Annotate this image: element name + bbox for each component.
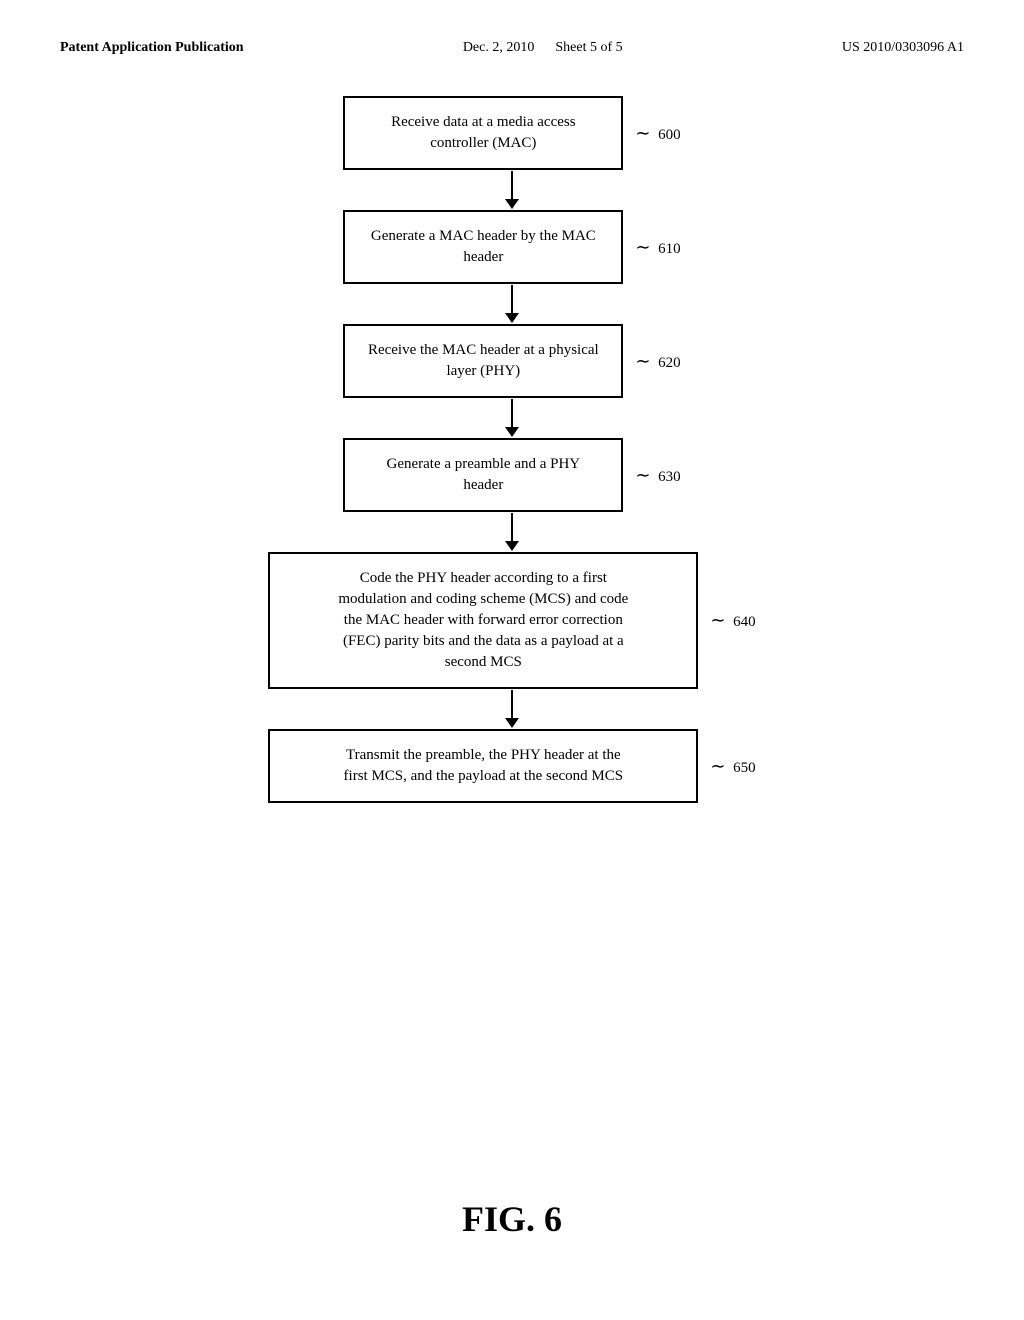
- arrow-620-630: [505, 398, 519, 438]
- flow-label-600: ∼ 600: [635, 123, 680, 144]
- flowchart: Receive data at a media accesscontroller…: [60, 96, 964, 803]
- tilde-650: ∼: [710, 756, 725, 776]
- arrow-630-640: [505, 512, 519, 552]
- flow-box-600: Receive data at a media accesscontroller…: [343, 96, 623, 170]
- flow-box-650: Transmit the preamble, the PHY header at…: [268, 729, 698, 803]
- flow-row-610: Generate a MAC header by the MACheader ∼…: [343, 210, 680, 284]
- label-630: 630: [658, 469, 681, 485]
- arrow-640-650: [505, 689, 519, 729]
- flow-box-620: Receive the MAC header at a physicallaye…: [343, 324, 623, 398]
- header-date-sheet: Dec. 2, 2010 Sheet 5 of 5: [463, 40, 623, 56]
- tilde-610: ∼: [635, 237, 650, 257]
- flow-label-650: ∼ 650: [710, 756, 755, 777]
- flow-label-630: ∼ 630: [635, 465, 680, 486]
- flow-row-640: Code the PHY header according to a first…: [268, 552, 755, 689]
- flow-row-600: Receive data at a media accesscontroller…: [343, 96, 680, 170]
- figure-caption: FIG. 6: [0, 1198, 1024, 1240]
- flow-label-620: ∼ 620: [635, 351, 680, 372]
- flow-label-640: ∼ 640: [710, 610, 755, 631]
- flow-label-610: ∼ 610: [635, 237, 680, 258]
- label-640: 640: [733, 614, 756, 630]
- flow-box-630: Generate a preamble and a PHYheader: [343, 438, 623, 512]
- header-sheet: Sheet 5 of 5: [555, 40, 622, 55]
- flow-row-630: Generate a preamble and a PHYheader ∼ 63…: [343, 438, 680, 512]
- flow-box-650-text: Transmit the preamble, the PHY header at…: [344, 747, 624, 784]
- page: Patent Application Publication Dec. 2, 2…: [0, 0, 1024, 1320]
- arrow-610-620: [505, 284, 519, 324]
- label-620: 620: [658, 355, 681, 371]
- flow-row-650: Transmit the preamble, the PHY header at…: [268, 729, 755, 803]
- flow-box-620-text: Receive the MAC header at a physicallaye…: [368, 342, 599, 379]
- tilde-600: ∼: [635, 123, 650, 143]
- flow-box-640: Code the PHY header according to a first…: [268, 552, 698, 689]
- tilde-620: ∼: [635, 351, 650, 371]
- flow-row-620: Receive the MAC header at a physicallaye…: [343, 324, 680, 398]
- tilde-640: ∼: [710, 610, 725, 630]
- flow-box-630-text: Generate a preamble and a PHYheader: [386, 456, 580, 493]
- tilde-630: ∼: [635, 465, 650, 485]
- arrow-600-610: [505, 170, 519, 210]
- flow-box-600-text: Receive data at a media accesscontroller…: [391, 114, 575, 151]
- label-610: 610: [658, 241, 681, 257]
- label-650: 650: [733, 760, 756, 776]
- label-600: 600: [658, 127, 681, 143]
- header-publication: Patent Application Publication: [60, 40, 244, 56]
- page-header: Patent Application Publication Dec. 2, 2…: [60, 40, 964, 56]
- flow-box-610-text: Generate a MAC header by the MACheader: [371, 228, 596, 265]
- header-date: Dec. 2, 2010: [463, 40, 535, 55]
- header-patent-number: US 2010/0303096 A1: [842, 40, 964, 56]
- flow-box-640-text: Code the PHY header according to a first…: [338, 570, 628, 670]
- flow-box-610: Generate a MAC header by the MACheader: [343, 210, 623, 284]
